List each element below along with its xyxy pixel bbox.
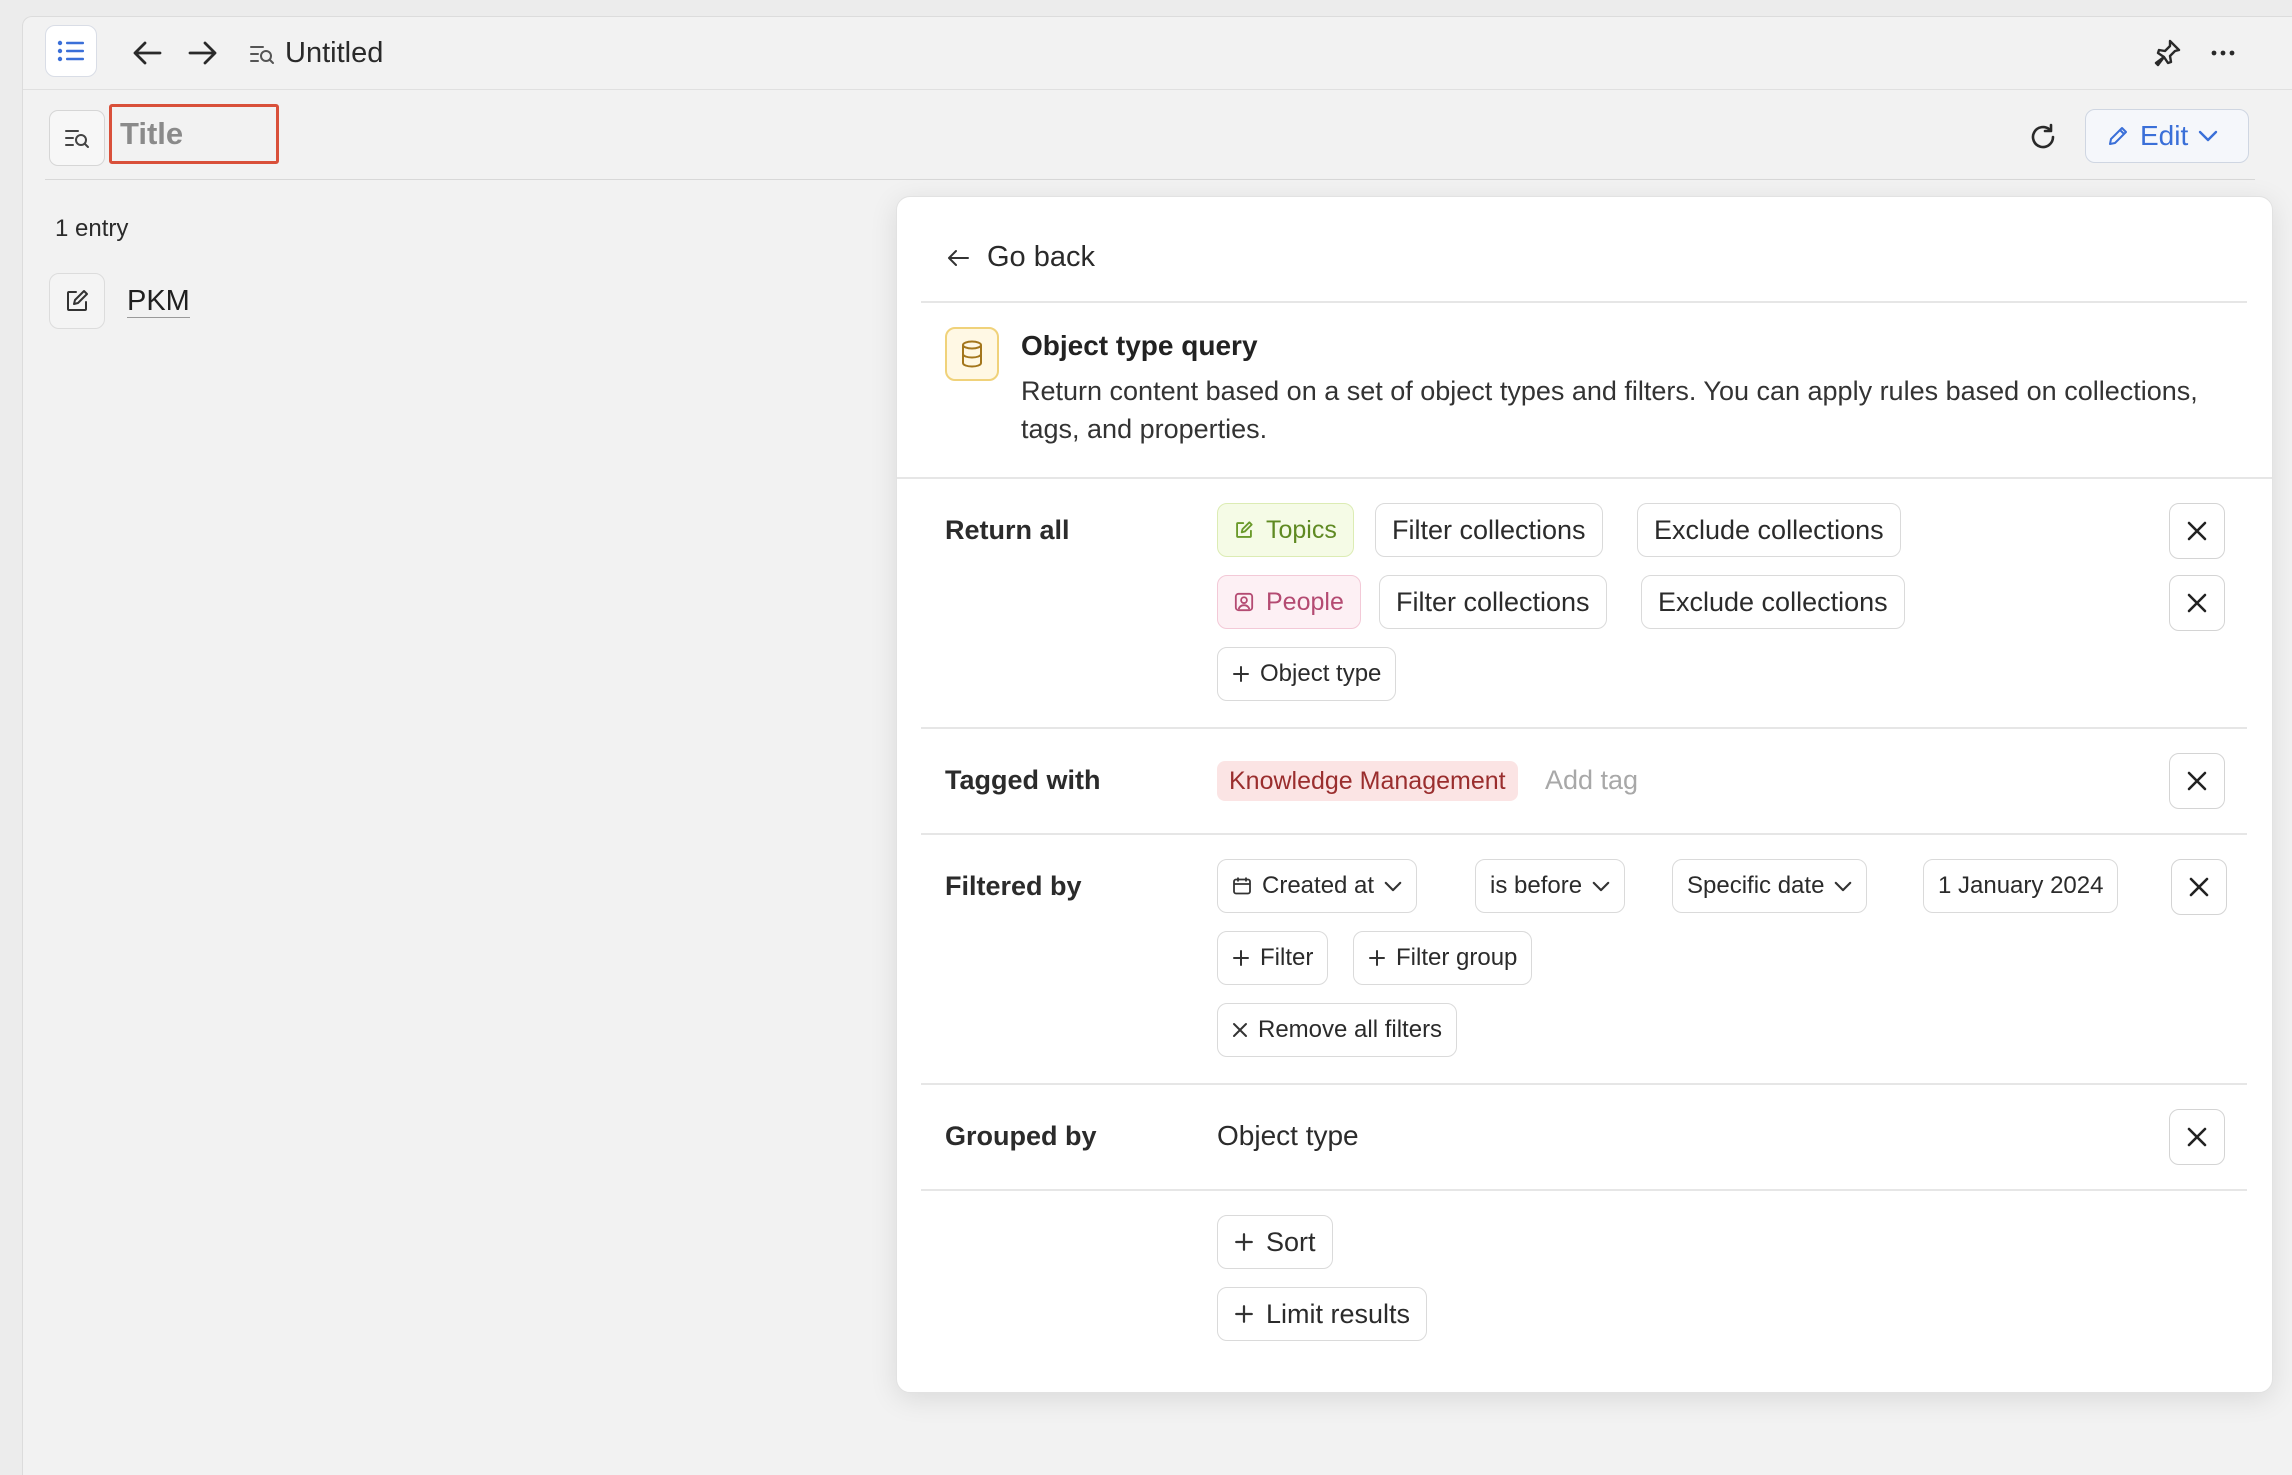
grouped-by-value[interactable]: Object type bbox=[1217, 1120, 1359, 1152]
filter-date-input[interactable]: 1 January 2024 bbox=[1923, 859, 2119, 913]
edit-note-icon bbox=[1234, 520, 1254, 540]
go-back-button[interactable]: Go back bbox=[947, 241, 1095, 274]
query-description: Return content based on a set of object … bbox=[1021, 376, 2198, 444]
edit-label: Edit bbox=[2140, 120, 2189, 151]
return-all-label: Return all bbox=[945, 515, 1070, 545]
filter-collections-button[interactable]: Filter collections bbox=[1375, 503, 1603, 557]
add-filter-group-label: Filter group bbox=[1396, 944, 1518, 971]
remove-filter-button[interactable] bbox=[2171, 859, 2227, 915]
list-item[interactable]: PKM bbox=[49, 273, 190, 329]
close-icon bbox=[2186, 592, 2208, 614]
pencil-icon bbox=[2106, 124, 2130, 148]
remove-type-button[interactable] bbox=[2169, 575, 2225, 631]
calendar-icon bbox=[1232, 876, 1252, 896]
back-arrow-icon bbox=[947, 249, 969, 267]
filtered-by-label: Filtered by bbox=[945, 871, 1082, 901]
limit-results-button[interactable]: Limit results bbox=[1217, 1287, 1428, 1341]
sidebar-toggle-button[interactable] bbox=[45, 25, 97, 77]
plus-icon bbox=[1234, 1304, 1254, 1324]
add-filter-button[interactable]: Filter bbox=[1217, 931, 1329, 985]
close-icon bbox=[2186, 770, 2208, 792]
object-type-chip-people[interactable]: People bbox=[1217, 575, 1361, 629]
plus-icon bbox=[1368, 949, 1386, 967]
close-icon bbox=[2188, 876, 2210, 898]
person-icon bbox=[1234, 592, 1254, 612]
divider bbox=[897, 477, 2272, 479]
remove-grouping-button[interactable] bbox=[2169, 1109, 2225, 1165]
close-icon bbox=[1232, 1022, 1248, 1038]
close-icon bbox=[2186, 520, 2208, 542]
grouped-by-label: Grouped by bbox=[945, 1121, 1097, 1151]
entry-count: 1 entry bbox=[55, 215, 129, 242]
title-input[interactable] bbox=[109, 104, 279, 164]
divider bbox=[921, 301, 2247, 303]
remove-all-filters-button[interactable]: Remove all filters bbox=[1217, 1003, 1458, 1057]
database-icon bbox=[945, 327, 999, 381]
add-filter-group-button[interactable]: Filter group bbox=[1353, 931, 1533, 985]
view-options-button[interactable] bbox=[49, 110, 105, 166]
forward-arrow-icon[interactable] bbox=[183, 33, 223, 73]
edit-button[interactable]: Edit bbox=[2085, 109, 2249, 163]
object-type-name: Topics bbox=[1266, 515, 1337, 544]
chevron-down-icon bbox=[1384, 881, 1402, 892]
filter-mode-label: Specific date bbox=[1687, 872, 1825, 899]
filter-field-label: Created at bbox=[1262, 872, 1375, 899]
filter-operator-dropdown[interactable]: is before bbox=[1475, 859, 1626, 913]
query-title: Object type query bbox=[1021, 330, 1258, 361]
remove-tags-button[interactable] bbox=[2169, 753, 2225, 809]
object-type-name: People bbox=[1266, 587, 1344, 616]
exclude-collections-button[interactable]: Exclude collections bbox=[1641, 575, 1905, 629]
add-object-type-label: Object type bbox=[1260, 660, 1382, 687]
app-window: Untitled Edit 1 entry PKM bbox=[22, 16, 2292, 1475]
chevron-down-icon bbox=[1592, 881, 1610, 892]
divider bbox=[921, 1083, 2247, 1085]
top-bar: Untitled bbox=[23, 17, 2292, 90]
object-type-chip-topics[interactable]: Topics bbox=[1217, 503, 1354, 557]
divider bbox=[921, 833, 2247, 835]
divider bbox=[921, 727, 2247, 729]
list-icon bbox=[57, 39, 85, 63]
limit-results-label: Limit results bbox=[1266, 1298, 1411, 1329]
remove-all-filters-label: Remove all filters bbox=[1258, 1016, 1443, 1043]
chevron-down-icon bbox=[2198, 130, 2218, 142]
divider bbox=[921, 1189, 2247, 1191]
page-breadcrumb-title[interactable]: Untitled bbox=[285, 37, 383, 70]
remove-type-button[interactable] bbox=[2169, 503, 2225, 559]
tag-chip[interactable]: Knowledge Management bbox=[1217, 761, 1518, 801]
pin-icon[interactable] bbox=[2147, 33, 2187, 73]
toolbar-divider bbox=[45, 179, 2255, 180]
query-view-icon bbox=[247, 39, 277, 69]
plus-icon bbox=[1234, 1232, 1254, 1252]
filter-mode-dropdown[interactable]: Specific date bbox=[1672, 859, 1868, 913]
back-arrow-icon[interactable] bbox=[127, 33, 167, 73]
add-object-type-button[interactable]: Object type bbox=[1217, 647, 1397, 701]
query-view-icon bbox=[64, 127, 90, 149]
plus-icon bbox=[1232, 949, 1250, 967]
more-icon[interactable] bbox=[2203, 33, 2243, 73]
plus-icon bbox=[1232, 665, 1250, 683]
add-filter-label: Filter bbox=[1260, 944, 1314, 971]
add-sort-label: Sort bbox=[1266, 1226, 1316, 1257]
query-panel: Go back Object type query Return content… bbox=[896, 196, 2273, 1393]
edit-note-icon bbox=[49, 273, 105, 329]
filter-collections-button[interactable]: Filter collections bbox=[1379, 575, 1607, 629]
list-item-label: PKM bbox=[127, 284, 190, 318]
exclude-collections-button[interactable]: Exclude collections bbox=[1637, 503, 1901, 557]
filter-operator-label: is before bbox=[1490, 872, 1583, 899]
filter-field-dropdown[interactable]: Created at bbox=[1217, 859, 1418, 913]
tagged-with-label: Tagged with bbox=[945, 765, 1101, 795]
close-icon bbox=[2186, 1126, 2208, 1148]
add-sort-button[interactable]: Sort bbox=[1217, 1215, 1333, 1269]
add-tag-input[interactable]: Add tag bbox=[1545, 765, 1638, 796]
refresh-icon[interactable] bbox=[2023, 117, 2063, 157]
go-back-label: Go back bbox=[987, 241, 1095, 273]
chevron-down-icon bbox=[1834, 881, 1852, 892]
